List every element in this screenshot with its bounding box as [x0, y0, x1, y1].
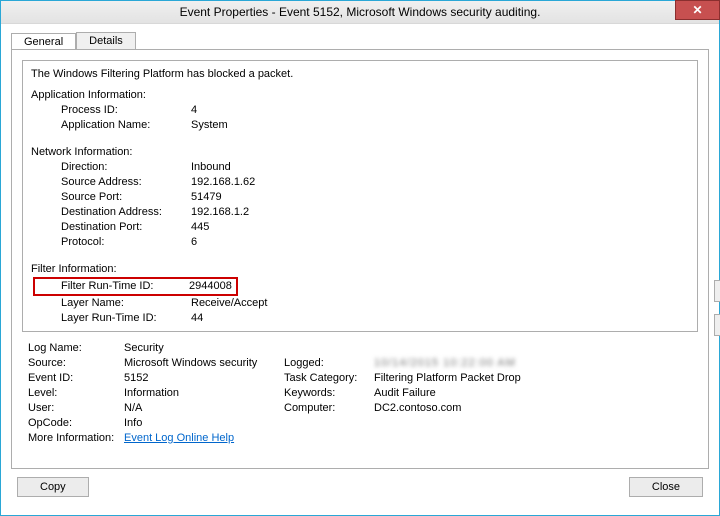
computer-value: DC2.contoso.com — [374, 402, 698, 414]
more-info-label: More Information: — [28, 432, 124, 444]
keywords-label: Keywords: — [284, 387, 374, 399]
content-area: General Details ⬆ ⬇ The Windows Filterin… — [1, 24, 719, 515]
source-value: Microsoft Windows security — [124, 357, 284, 369]
button-bar: Copy Close — [11, 469, 709, 505]
src-addr-value: 192.168.1.62 — [191, 175, 255, 190]
src-port-label: Source Port: — [61, 190, 191, 205]
dst-port-label: Destination Port: — [61, 220, 191, 235]
layer-name-value: Receive/Accept — [191, 296, 267, 311]
layer-name-label: Layer Name: — [61, 296, 191, 311]
opcode-value: Info — [124, 417, 698, 429]
src-addr-label: Source Address: — [61, 175, 191, 190]
close-icon[interactable]: ✕ — [675, 0, 720, 20]
app-name-label: Application Name: — [61, 118, 191, 133]
direction-value: Inbound — [191, 160, 231, 175]
filter-info-header: Filter Information: — [31, 262, 689, 277]
event-id-label: Event ID: — [28, 372, 124, 384]
event-meta-grid: Log Name: Security Source: Microsoft Win… — [22, 342, 698, 444]
tab-pane-general: ⬆ ⬇ The Windows Filtering Platform has b… — [11, 49, 709, 469]
window-title: Event Properties - Event 5152, Microsoft… — [1, 5, 719, 19]
process-id-value: 4 — [191, 103, 197, 118]
dst-addr-label: Destination Address: — [61, 205, 191, 220]
filter-rtid-label: Filter Run-Time ID: — [61, 279, 189, 294]
task-category-value: Filtering Platform Packet Drop — [374, 372, 698, 384]
computer-label: Computer: — [284, 402, 374, 414]
app-name-value: System — [191, 118, 228, 133]
source-label: Source: — [28, 357, 124, 369]
logged-value: 10/14/2015 10:22:00 AM — [374, 357, 698, 369]
protocol-value: 6 — [191, 235, 197, 250]
event-id-value: 5152 — [124, 372, 284, 384]
task-category-label: Task Category: — [284, 372, 374, 384]
logged-label: Logged: — [284, 357, 374, 369]
layer-rtid-value: 44 — [191, 311, 203, 326]
opcode-label: OpCode: — [28, 417, 124, 429]
dst-addr-value: 192.168.1.2 — [191, 205, 249, 220]
tab-general[interactable]: General — [11, 33, 76, 50]
user-value: N/A — [124, 402, 284, 414]
copy-button[interactable]: Copy — [17, 477, 89, 497]
event-headline: The Windows Filtering Platform has block… — [31, 67, 689, 82]
layer-rtid-label: Layer Run-Time ID: — [61, 311, 191, 326]
more-info-link[interactable]: Event Log Online Help — [124, 432, 234, 444]
arrow-up-icon[interactable]: ⬆ — [714, 280, 720, 302]
direction-label: Direction: — [61, 160, 191, 175]
close-button[interactable]: Close — [629, 477, 703, 497]
net-info-header: Network Information: — [31, 145, 689, 160]
level-label: Level: — [28, 387, 124, 399]
protocol-label: Protocol: — [61, 235, 191, 250]
app-info-header: Application Information: — [31, 88, 689, 103]
tab-details[interactable]: Details — [76, 32, 136, 49]
log-name-value: Security — [124, 342, 698, 354]
filter-runtime-highlight: Filter Run-Time ID:2944008 — [33, 277, 238, 296]
arrow-down-icon[interactable]: ⬇ — [714, 314, 720, 336]
src-port-value: 51479 — [191, 190, 222, 205]
titlebar: Event Properties - Event 5152, Microsoft… — [1, 1, 719, 24]
keywords-value: Audit Failure — [374, 387, 698, 399]
user-label: User: — [28, 402, 124, 414]
process-id-label: Process ID: — [61, 103, 191, 118]
event-description-box: The Windows Filtering Platform has block… — [22, 60, 698, 332]
level-value: Information — [124, 387, 284, 399]
filter-rtid-value: 2944008 — [189, 280, 232, 292]
dst-port-value: 445 — [191, 220, 209, 235]
log-name-label: Log Name: — [28, 342, 124, 354]
